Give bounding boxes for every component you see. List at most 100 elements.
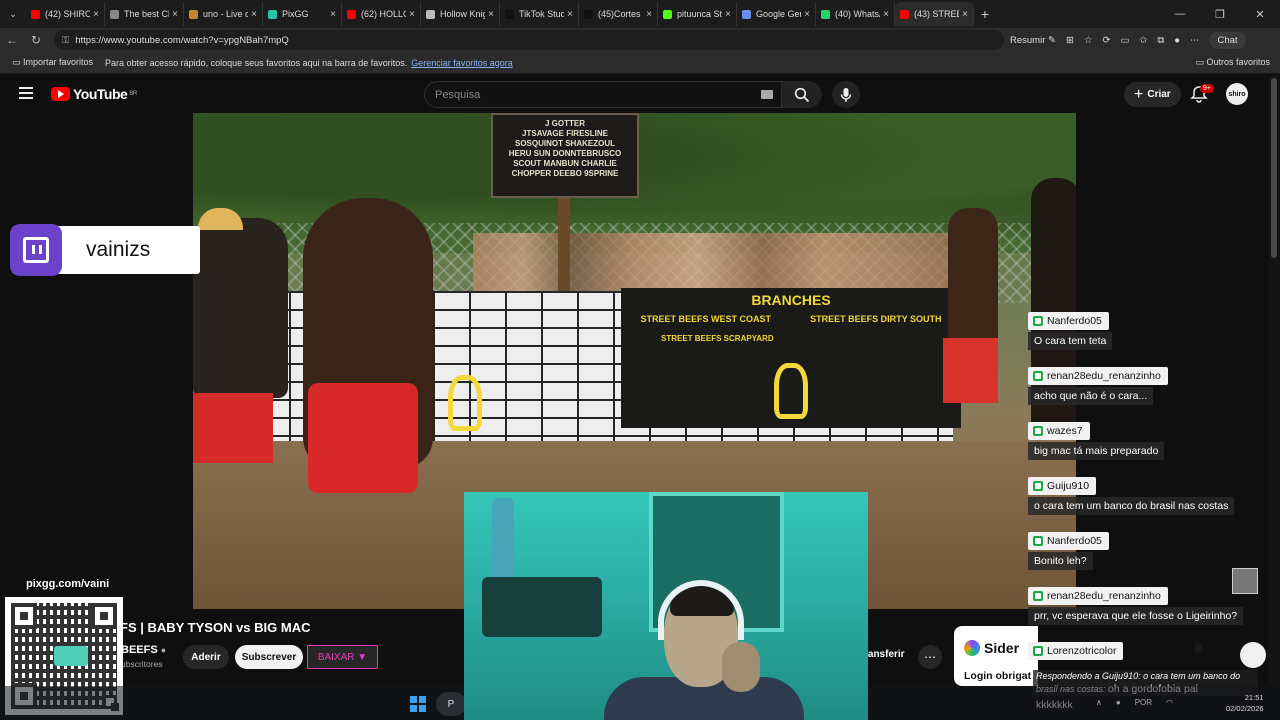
tab-close-icon[interactable]: ×: [883, 9, 889, 20]
apps-icon[interactable]: ⊞: [1066, 35, 1074, 46]
tab-title: (62) HOLLOW K: [361, 9, 406, 19]
chat-username: wazes7: [1028, 422, 1090, 440]
page-scrollbar[interactable]: [1268, 76, 1280, 686]
tab-close-icon[interactable]: ×: [330, 9, 336, 20]
refresh-icon[interactable]: ↻: [24, 33, 48, 47]
import-favorites-label: Importar favoritos: [23, 57, 94, 67]
search-input[interactable]: Pesquisa: [424, 81, 782, 108]
manage-favorites-link[interactable]: Gerenciar favoritos agora: [411, 58, 513, 68]
sider-extension-panel[interactable]: Sider Login obrigat: [954, 626, 1038, 686]
favorite-star-icon[interactable]: ☆: [1084, 35, 1093, 46]
guide-menu-icon[interactable]: [19, 87, 33, 99]
resume-button[interactable]: Resumir ✎: [1010, 35, 1056, 46]
tab-favicon-icon: [663, 9, 672, 19]
minimize-icon[interactable]: —: [1160, 8, 1200, 20]
back-icon[interactable]: ←: [0, 33, 24, 47]
tab-close-icon[interactable]: ×: [725, 9, 731, 20]
browser-tab[interactable]: pituunca Strea×: [658, 2, 737, 26]
network-icon[interactable]: ◠: [1166, 698, 1173, 707]
taskbar-clock[interactable]: 21:51 02/02/2026: [1226, 692, 1264, 714]
collections-icon[interactable]: ⧉: [1157, 35, 1164, 46]
subscribe-button[interactable]: Subscrever: [235, 645, 303, 669]
browser-tab[interactable]: PixGG ×: [263, 2, 342, 26]
tab-close-icon[interactable]: ×: [804, 9, 810, 20]
chat-badge-icon: [1033, 426, 1043, 436]
tab-close-icon[interactable]: ×: [646, 9, 652, 20]
tab-list-button[interactable]: ⌄: [0, 0, 26, 28]
voice-search-button[interactable]: [832, 81, 860, 108]
browser-tab[interactable]: Google Gemini×: [737, 2, 816, 26]
banner-left-text: STREET BEEFS WEST COAST: [640, 314, 772, 324]
chat-message: Nanferdo05 Bonito leh?: [1028, 532, 1109, 570]
account-avatar[interactable]: shiro: [1226, 83, 1248, 105]
tray-mic-icon[interactable]: ●: [1116, 698, 1121, 707]
eye-icon[interactable]: ◎: [1194, 643, 1203, 654]
browser-tab[interactable]: TikTok Studio×: [500, 2, 579, 26]
extensions-icon[interactable]: ⟳: [1102, 35, 1110, 46]
tab-title: PixGG: [282, 9, 309, 19]
scrollbar-thumb[interactable]: [1271, 78, 1277, 258]
copilot-chat-button[interactable]: Chat: [1209, 31, 1246, 49]
restore-icon[interactable]: ❐: [1200, 8, 1240, 21]
taskbar-search-button[interactable]: P: [436, 692, 466, 716]
language-indicator[interactable]: POR: [1135, 698, 1152, 707]
channel-name[interactable]: BEEFS ●: [121, 644, 166, 656]
more-actions-button[interactable]: ⋯: [918, 645, 942, 669]
profile-icon[interactable]: ●: [1174, 35, 1180, 46]
close-window-icon[interactable]: ✕: [1240, 8, 1280, 21]
other-favorites-label: Outros favoritos: [1206, 57, 1270, 67]
browser-tab[interactable]: (40) WhatsApp×: [816, 2, 895, 26]
chat-message-text: o cara tem um banco do brasil nas costas: [1028, 497, 1235, 515]
tab-title: Google Gemini: [756, 9, 801, 19]
browser-tab[interactable]: (62) HOLLOW K×: [342, 2, 421, 26]
tab-title: (42) SHIRO BAN: [45, 9, 91, 19]
browser-tab[interactable]: (43) STREE ×: [895, 2, 974, 26]
window-controls: — ❐ ✕: [1160, 0, 1280, 28]
search-button[interactable]: [782, 81, 822, 108]
banner-bottom-text: STREET BEEFS SCRAPYARD: [661, 334, 774, 343]
tab-close-icon[interactable]: ×: [962, 9, 968, 20]
windows-start-icon[interactable]: [410, 696, 426, 712]
url-field[interactable]: ⚿ https://www.youtube.com/watch?v=ypgNBa…: [54, 30, 1004, 50]
tab-title: TikTok Studio: [519, 9, 564, 19]
other-favorites-button[interactable]: ▭ Outros favoritos: [1195, 57, 1270, 68]
keyboard-icon[interactable]: [761, 90, 773, 99]
menu-dots-icon[interactable]: ⋯: [1190, 35, 1200, 46]
tab-close-icon[interactable]: ×: [93, 9, 99, 20]
tab-close-icon[interactable]: ×: [172, 9, 178, 20]
favorites-icon[interactable]: ✩: [1139, 35, 1147, 46]
browser-tab[interactable]: (42) SHIRO BAN×: [26, 2, 105, 26]
browser-tab[interactable]: uno - Live over×: [184, 2, 263, 26]
youtube-header: YouTube BR Pesquisa + Criar 9+ shiro: [0, 76, 1280, 114]
streamer-hand: [722, 642, 760, 692]
floating-avatar[interactable]: [1240, 642, 1266, 668]
import-favorites-button[interactable]: ▭ Importar favoritos: [12, 57, 93, 68]
favorites-bar: ▭ Importar favoritos Para obter acesso r…: [0, 52, 1280, 74]
create-button[interactable]: + Criar: [1124, 82, 1181, 107]
tab-title: uno - Live over: [203, 9, 248, 19]
pixgg-logo-icon: [54, 646, 88, 666]
site-info-icon[interactable]: ⚿: [62, 35, 69, 46]
sider-login-text[interactable]: Login obrigat: [964, 670, 1031, 682]
join-button[interactable]: Aderir: [183, 645, 229, 669]
split-screen-icon[interactable]: ▭: [1120, 35, 1129, 46]
chat-label: Chat: [1217, 34, 1238, 46]
download-extension-button[interactable]: BAIXAR ▼: [307, 645, 378, 669]
tab-close-icon[interactable]: ×: [251, 9, 257, 20]
video-signpost: [558, 198, 570, 298]
tab-close-icon[interactable]: ×: [488, 9, 494, 20]
chat-username-text: Lorenzotricolor: [1047, 645, 1117, 657]
tab-title: (45)Cortes do S: [598, 9, 643, 19]
browser-tab[interactable]: The best ChatB×: [105, 2, 184, 26]
browser-tab[interactable]: (45)Cortes do S×: [579, 2, 658, 26]
tray-chevron-icon[interactable]: ∧: [1096, 698, 1102, 707]
browser-tab[interactable]: Hollow Knight:×: [421, 2, 500, 26]
sign-line: J GOTTER: [544, 119, 585, 128]
tab-close-icon[interactable]: ×: [409, 9, 415, 20]
download-button[interactable]: ransferir: [864, 649, 905, 660]
chat-message-text: Bonito leh?: [1028, 552, 1093, 570]
browser-tab-bar: ⌄ (42) SHIRO BAN×The best ChatB×uno - Li…: [0, 0, 1280, 28]
new-tab-button[interactable]: +: [974, 6, 996, 22]
youtube-logo[interactable]: YouTube BR: [51, 86, 137, 102]
tab-close-icon[interactable]: ×: [567, 9, 573, 20]
